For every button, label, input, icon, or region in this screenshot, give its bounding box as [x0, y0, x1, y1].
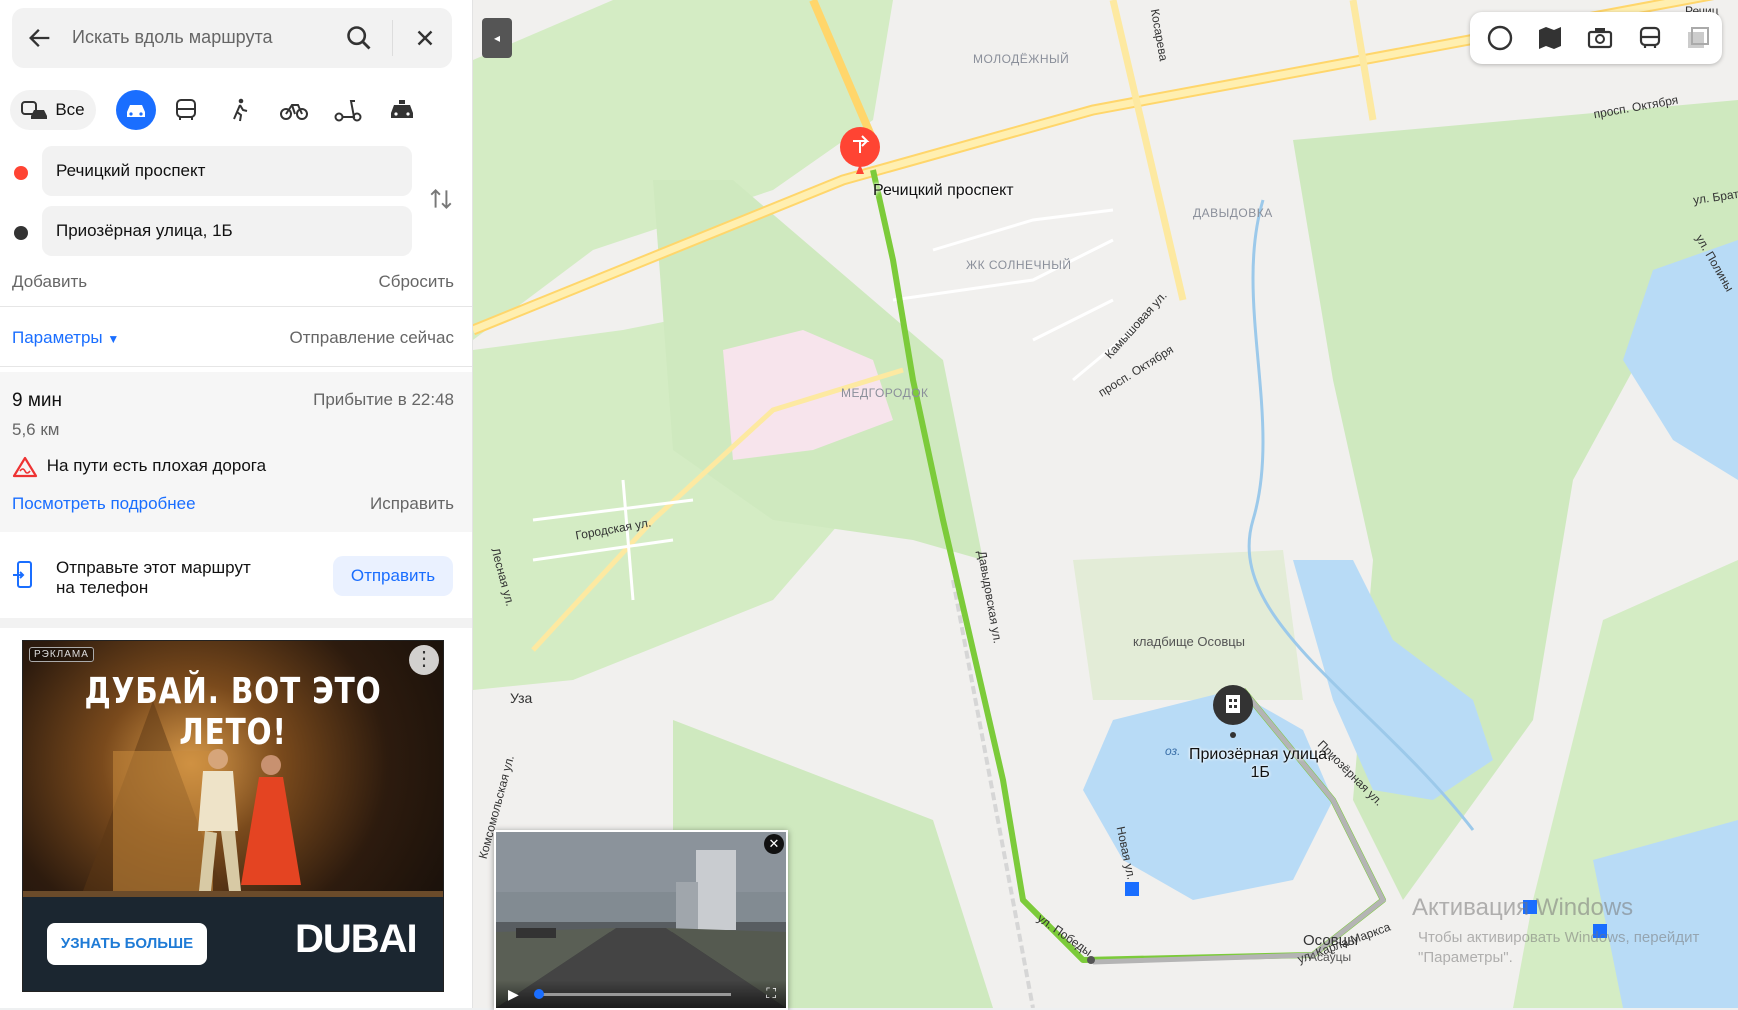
- departure-time[interactable]: Отправление сейчас: [290, 328, 454, 348]
- ad-cta-button[interactable]: УЗНАТЬ БОЛЬШЕ: [47, 923, 207, 965]
- route-panel: Искать вдоль маршрута Все Речицкий просп…: [0, 0, 473, 1008]
- reset-link[interactable]: Сбросить: [378, 272, 454, 292]
- send-text-line2: на телефон: [56, 578, 149, 597]
- advertisement-banner[interactable]: РЭКЛАМА ⋮ ДУБАЙ. ВОТ ЭТО ЛЕТО! УЗНАТЬ БО…: [22, 640, 444, 992]
- end-poi-label-line1: Приозёрная улица,: [1189, 746, 1332, 763]
- windows-watermark-sub: Чтобы активировать Windows, перейдит "Па…: [1418, 928, 1699, 968]
- place-label: МЕДГОРОДОК: [841, 386, 929, 400]
- village-label: Уза: [510, 690, 533, 706]
- close-panorama-icon[interactable]: ✕: [764, 834, 784, 854]
- bus-icon: [176, 99, 196, 120]
- swap-icon[interactable]: [428, 186, 454, 212]
- progress-bar[interactable]: [536, 993, 731, 996]
- mode-bike-button[interactable]: [274, 90, 314, 130]
- crosswalk-icon: [1125, 882, 1139, 896]
- phone-send-icon: [13, 561, 32, 588]
- bike-icon: [280, 104, 308, 120]
- route-summary[interactable]: 9 мин Прибытие в 22:48 5,6 км На пути ес…: [0, 372, 472, 532]
- transport-modes: Все: [10, 88, 462, 134]
- send-text-line1: Отправьте этот маршрут: [56, 558, 251, 577]
- ad-label: РЭКЛАМА: [29, 647, 94, 662]
- cemetery-area: [1073, 550, 1303, 700]
- to-field[interactable]: Приозёрная улица, 1Б: [42, 206, 412, 256]
- place-label: ДАВЫДОВКА: [1193, 206, 1273, 220]
- end-poi-label[interactable]: Приозёрная улица, 1Б: [1189, 746, 1331, 782]
- play-icon[interactable]: ▶: [508, 986, 519, 1003]
- send-to-phone: Отправьте этот маршрут на телефон Отправ…: [0, 540, 472, 610]
- search-input[interactable]: Искать вдоль маршрута: [72, 27, 273, 48]
- mode-scooter-button[interactable]: [328, 90, 368, 130]
- from-field[interactable]: Речицкий проспект: [42, 146, 412, 196]
- route-distance: 5,6 км: [12, 420, 60, 439]
- car-icon: [127, 105, 145, 117]
- warning-icon: [12, 456, 38, 478]
- mode-car-button[interactable]: [116, 90, 156, 130]
- more-options-icon[interactable]: ⋮: [409, 645, 439, 675]
- watermark-line1: Чтобы активировать Windows, перейдит: [1418, 929, 1700, 946]
- search-icon[interactable]: [345, 24, 373, 52]
- add-point-link[interactable]: Добавить: [12, 272, 87, 291]
- place-label: ЖК СОЛНЕЧНЫЙ: [966, 258, 1072, 272]
- start-poi-label[interactable]: Речицкий проспект: [873, 182, 1014, 200]
- map-layer-icon[interactable]: [1536, 24, 1564, 52]
- mode-walk-button[interactable]: [220, 90, 260, 130]
- end-point-dot: [14, 226, 28, 240]
- route-duration: 9 мин: [12, 390, 63, 411]
- details-link[interactable]: Посмотреть подробнее: [12, 494, 196, 513]
- walk-icon: [233, 98, 248, 122]
- cemetery-label[interactable]: кладбище Осовцы: [1133, 634, 1245, 649]
- ad-headline: ДУБАЙ. ВОТ ЭТО ЛЕТО!: [84, 671, 382, 753]
- route-node: [1087, 956, 1095, 964]
- start-point-dot: [14, 166, 28, 180]
- bad-road-warning: На пути есть плохая дорога: [46, 456, 267, 476]
- panorama-icon[interactable]: [1586, 24, 1614, 52]
- windows-watermark: Активация Windows: [1412, 894, 1634, 921]
- params-label: Параметры: [12, 328, 103, 347]
- fix-link[interactable]: Исправить: [370, 494, 454, 514]
- village-label: Асаўцы: [1309, 950, 1352, 964]
- divider: [0, 306, 472, 307]
- caret-down-icon: ▼: [107, 332, 120, 346]
- divider: [0, 366, 472, 367]
- end-poi-label-line2: 1Б: [1250, 764, 1270, 781]
- back-arrow-icon[interactable]: [26, 24, 54, 52]
- fullscreen-icon[interactable]: ⛶: [766, 985, 776, 1002]
- mode-taxi-button[interactable]: [382, 90, 422, 130]
- taxi-icon: [391, 100, 413, 118]
- lake: [1083, 690, 1333, 900]
- secondary-road: [1109, 0, 1187, 301]
- progress-handle[interactable]: [534, 989, 544, 999]
- ad-brand-logo: DUBAI: [295, 917, 418, 961]
- params-dropdown[interactable]: Параметры ▼: [12, 328, 119, 347]
- map-layers-toolbar: [1470, 12, 1722, 64]
- route-search-bar[interactable]: Искать вдоль маршрута: [12, 8, 452, 68]
- street-panorama-preview[interactable]: ✕ ▶ ⛶: [494, 830, 788, 1010]
- traffic-layer-icon[interactable]: [1486, 24, 1514, 52]
- village-label: Осовцы: [1303, 932, 1359, 949]
- send-button[interactable]: Отправить: [333, 556, 453, 596]
- close-icon[interactable]: [412, 25, 438, 51]
- divider: [0, 618, 472, 628]
- player-controls: ▶ ⛶: [496, 980, 786, 1008]
- mode-bus-button[interactable]: [166, 90, 206, 130]
- place-label: МОЛОДЁЖНЫЙ: [973, 52, 1070, 66]
- transport-layer-icon[interactable]: [1636, 24, 1664, 52]
- watermark-line2: "Параметры".: [1418, 949, 1513, 966]
- mode-all-label: Все: [55, 100, 85, 119]
- lake-label: оз.: [1165, 744, 1181, 758]
- arrival-time: Прибытие в 22:48: [313, 390, 454, 409]
- scooter-icon: [334, 100, 362, 122]
- mode-all-button[interactable]: Все: [10, 90, 96, 130]
- layers-icon[interactable]: [1684, 24, 1712, 52]
- mixed-transport-icon: [21, 101, 48, 119]
- divider: [392, 20, 393, 56]
- collapse-panel-button[interactable]: ◂: [482, 18, 512, 58]
